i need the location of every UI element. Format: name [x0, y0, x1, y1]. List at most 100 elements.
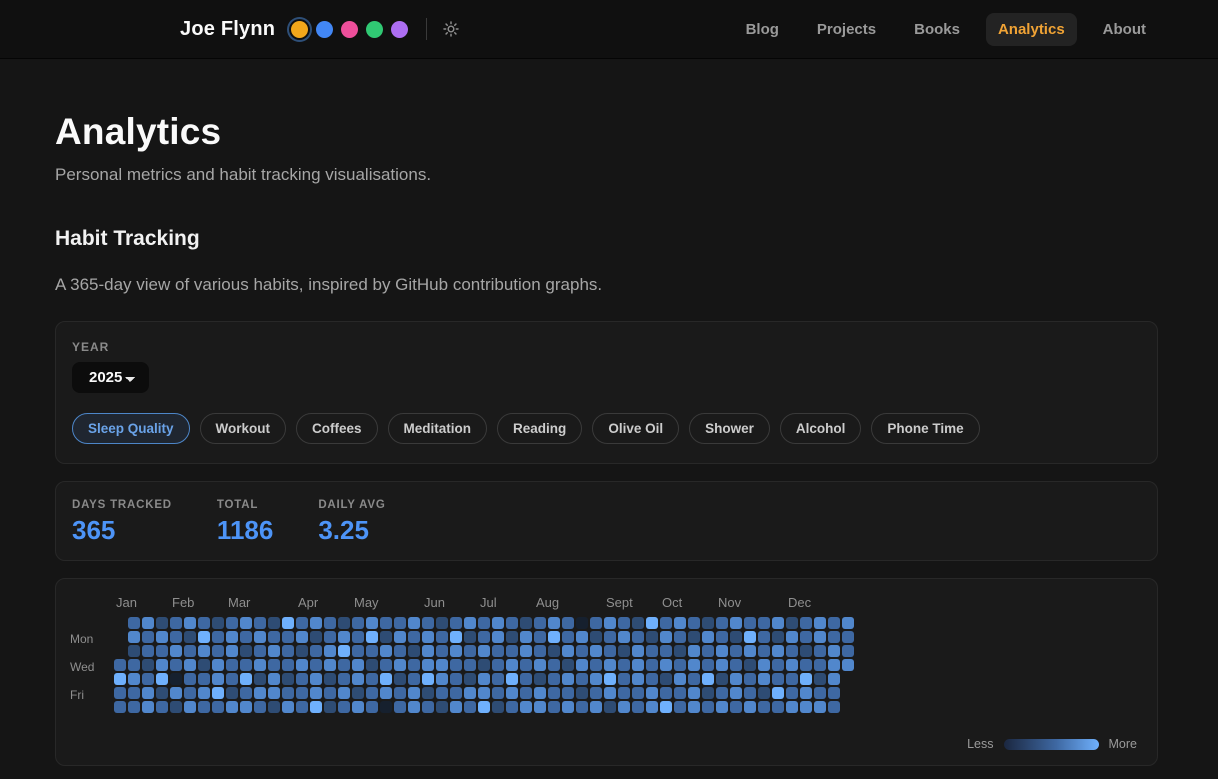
accent-dot-purple[interactable]	[391, 21, 408, 38]
day-cell[interactable]	[534, 673, 546, 685]
day-cell[interactable]	[282, 701, 294, 713]
day-cell[interactable]	[422, 631, 434, 643]
day-cell[interactable]	[506, 645, 518, 657]
habit-pill-sleep-quality[interactable]: Sleep Quality	[72, 413, 190, 444]
day-cell[interactable]	[226, 673, 238, 685]
day-cell[interactable]	[408, 617, 420, 629]
day-cell[interactable]	[296, 687, 308, 699]
day-cell[interactable]	[450, 701, 462, 713]
day-cell[interactable]	[590, 687, 602, 699]
day-cell[interactable]	[338, 673, 350, 685]
day-cell[interactable]	[772, 617, 784, 629]
day-cell[interactable]	[212, 645, 224, 657]
day-cell[interactable]	[114, 659, 126, 671]
day-cell[interactable]	[730, 617, 742, 629]
day-cell[interactable]	[786, 673, 798, 685]
nav-books[interactable]: Books	[902, 13, 972, 46]
nav-blog[interactable]: Blog	[734, 13, 791, 46]
day-cell[interactable]	[156, 617, 168, 629]
day-cell[interactable]	[436, 701, 448, 713]
day-cell[interactable]	[646, 645, 658, 657]
day-cell[interactable]	[170, 687, 182, 699]
day-cell[interactable]	[548, 701, 560, 713]
day-cell[interactable]	[408, 645, 420, 657]
day-cell[interactable]	[800, 631, 812, 643]
day-cell[interactable]	[226, 617, 238, 629]
day-cell[interactable]	[464, 673, 476, 685]
day-cell[interactable]	[646, 659, 658, 671]
day-cell[interactable]	[142, 701, 154, 713]
day-cell[interactable]	[604, 659, 616, 671]
day-cell[interactable]	[422, 687, 434, 699]
day-cell[interactable]	[114, 687, 126, 699]
day-cell[interactable]	[198, 701, 210, 713]
day-cell[interactable]	[576, 617, 588, 629]
habit-pill-meditation[interactable]: Meditation	[388, 413, 488, 444]
habit-pill-olive-oil[interactable]: Olive Oil	[592, 413, 679, 444]
day-cell[interactable]	[324, 701, 336, 713]
day-cell[interactable]	[730, 687, 742, 699]
day-cell[interactable]	[744, 645, 756, 657]
day-cell[interactable]	[184, 701, 196, 713]
day-cell[interactable]	[450, 645, 462, 657]
day-cell[interactable]	[254, 645, 266, 657]
day-cell[interactable]	[184, 645, 196, 657]
day-cell[interactable]	[338, 645, 350, 657]
day-cell[interactable]	[604, 645, 616, 657]
day-cell[interactable]	[478, 687, 490, 699]
day-cell[interactable]	[632, 631, 644, 643]
day-cell[interactable]	[282, 617, 294, 629]
day-cell[interactable]	[198, 673, 210, 685]
day-cell[interactable]	[128, 617, 140, 629]
day-cell[interactable]	[156, 687, 168, 699]
day-cell[interactable]	[170, 673, 182, 685]
day-cell[interactable]	[814, 631, 826, 643]
day-cell[interactable]	[786, 701, 798, 713]
day-cell[interactable]	[618, 631, 630, 643]
day-cell[interactable]	[170, 659, 182, 671]
habit-pill-phone-time[interactable]: Phone Time	[871, 413, 979, 444]
day-cell[interactable]	[380, 687, 392, 699]
day-cell[interactable]	[422, 701, 434, 713]
day-cell[interactable]	[800, 645, 812, 657]
day-cell[interactable]	[590, 673, 602, 685]
day-cell[interactable]	[772, 645, 784, 657]
brand-name[interactable]: Joe Flynn	[180, 18, 275, 41]
day-cell[interactable]	[324, 617, 336, 629]
day-cell[interactable]	[618, 701, 630, 713]
day-cell[interactable]	[520, 701, 532, 713]
habit-pill-coffees[interactable]: Coffees	[296, 413, 378, 444]
day-cell[interactable]	[198, 617, 210, 629]
day-cell[interactable]	[464, 631, 476, 643]
day-cell[interactable]	[842, 645, 854, 657]
day-cell[interactable]	[184, 687, 196, 699]
day-cell[interactable]	[380, 659, 392, 671]
day-cell[interactable]	[422, 645, 434, 657]
day-cell[interactable]	[828, 659, 840, 671]
day-cell[interactable]	[156, 673, 168, 685]
day-cell[interactable]	[534, 687, 546, 699]
day-cell[interactable]	[156, 631, 168, 643]
day-cell[interactable]	[520, 645, 532, 657]
day-cell[interactable]	[282, 631, 294, 643]
accent-dot-orange[interactable]	[291, 21, 308, 38]
day-cell[interactable]	[590, 659, 602, 671]
day-cell[interactable]	[520, 659, 532, 671]
day-cell[interactable]	[758, 645, 770, 657]
habit-pill-reading[interactable]: Reading	[497, 413, 582, 444]
day-cell[interactable]	[548, 631, 560, 643]
day-cell[interactable]	[198, 659, 210, 671]
day-cell[interactable]	[814, 701, 826, 713]
day-cell[interactable]	[296, 617, 308, 629]
day-cell[interactable]	[142, 659, 154, 671]
day-cell[interactable]	[352, 673, 364, 685]
habit-pill-shower[interactable]: Shower	[689, 413, 770, 444]
year-select[interactable]: 2025	[72, 362, 149, 393]
day-cell[interactable]	[366, 645, 378, 657]
day-cell[interactable]	[744, 673, 756, 685]
day-cell[interactable]	[646, 673, 658, 685]
day-cell[interactable]	[576, 701, 588, 713]
day-cell[interactable]	[324, 631, 336, 643]
day-cell[interactable]	[226, 659, 238, 671]
day-cell[interactable]	[786, 617, 798, 629]
